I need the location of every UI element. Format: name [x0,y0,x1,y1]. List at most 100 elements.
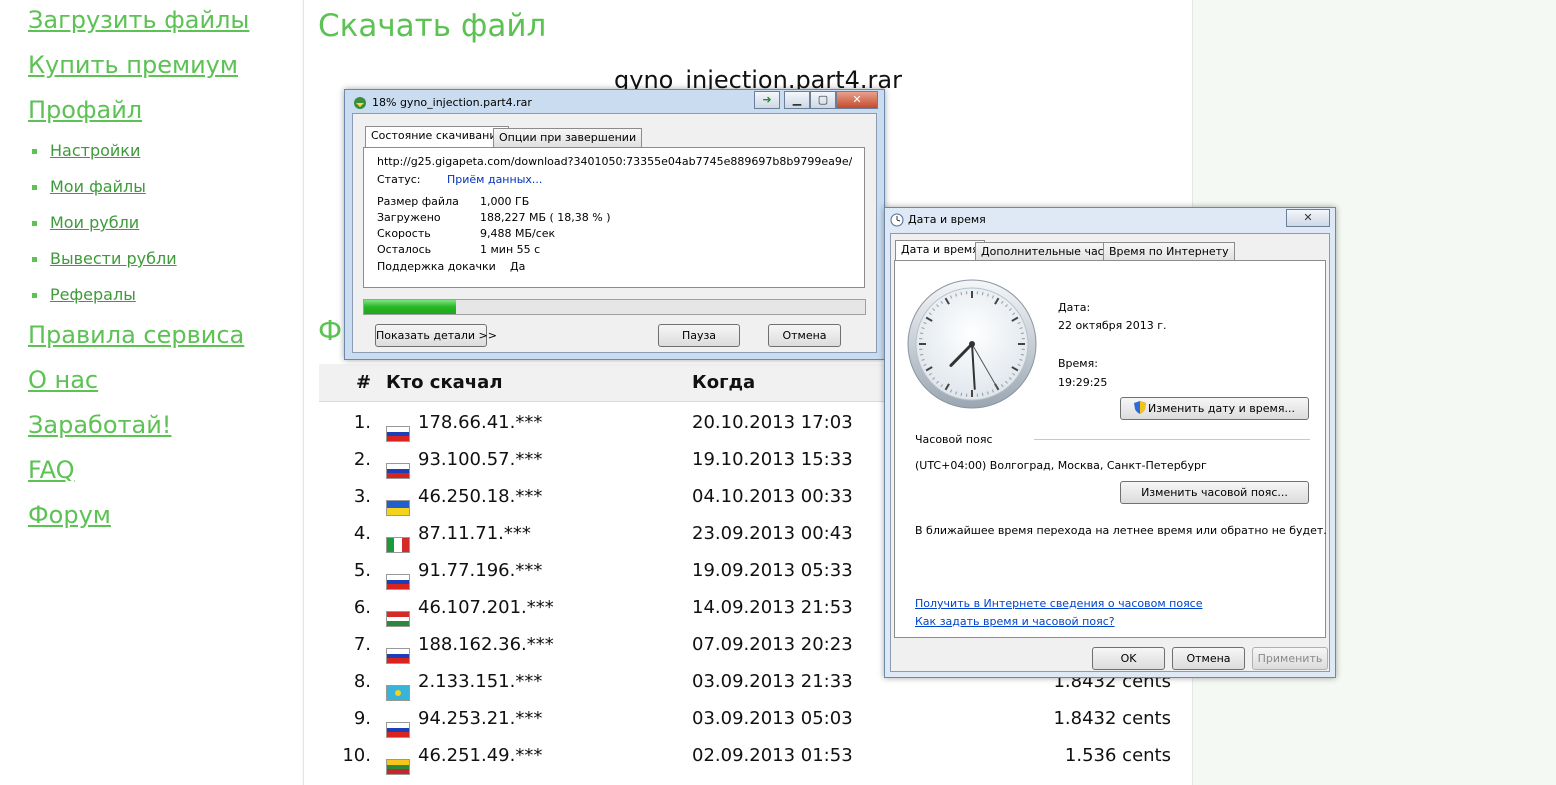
field-label: Загружено [377,211,441,224]
field-value: 9,488 МБ/сек [480,227,556,240]
datetime-dialog-title: Дата и время [908,213,986,226]
bullet-icon [32,185,37,190]
row-number: 10. [342,745,371,766]
timezone-value: (UTC+04:00) Волгоград, Москва, Санкт-Пет… [915,459,1207,472]
how-to-set-time-link[interactable]: Как задать время и часовой пояс? [915,615,1115,628]
row-number: 4. [353,523,371,544]
row-ip: 87.11.71.*** [418,523,531,544]
timezone-info-link[interactable]: Получить в Интернете сведения о часовом … [915,597,1203,610]
download-url: http://g25.gigapeta.com/download?3401050… [377,155,852,168]
field-label: Скорость [377,227,431,240]
ok-button[interactable]: OK [1092,647,1165,670]
tab-download-status[interactable]: Состояние скачивания [365,126,510,147]
row-amount: 1.536 cents [1064,745,1171,766]
flag-cell [386,638,410,664]
bullet-icon [32,221,37,226]
nav-my-rubles-link[interactable]: Мои рубли [32,213,139,232]
cancel-download-button[interactable]: Отмена [768,324,841,347]
pause-button[interactable]: Пауза [658,324,740,347]
analog-clock [907,279,1037,409]
clock-app-icon [890,213,904,227]
download-dialog-title: 18% gyno_injection.part4.rar [372,96,532,109]
row-date: 07.09.2013 20:23 [692,634,853,655]
maximize-button[interactable]: ▢ [810,91,836,109]
shield-icon [1134,401,1147,414]
window-controls: ➜ ▁ ▢ ✕ [754,91,878,109]
flag-cell [386,490,410,516]
nav-rules-link[interactable]: Правила сервиса [28,321,244,349]
header-who: Кто скачал [386,372,503,393]
flag-cell [386,712,410,738]
status-label: Статус: [377,173,421,186]
flag-cell [386,453,410,479]
table-row: 9. 94.253.21.*** 03.09.2013 05:03 1.8432 ce… [319,698,1199,738]
row-number: 8. [353,671,371,692]
row-date: 04.10.2013 00:33 [692,486,853,507]
nav-settings-link[interactable]: Настройки [32,141,140,160]
tab-additional-clocks[interactable]: Дополнительные часы [975,242,1119,261]
clock-tick [960,292,963,296]
change-timezone-button[interactable]: Изменить часовой пояс... [1120,481,1309,504]
flag-icon [386,759,410,775]
close-button[interactable]: ✕ [836,91,878,109]
flag-cell [386,749,410,775]
row-ip: 188.162.36.*** [418,634,554,655]
time-value: 19:29:25 [1058,376,1108,389]
field-label: Осталось [377,243,432,256]
nav-withdraw-label: Вывести рубли [50,249,177,268]
row-date: 03.09.2013 05:03 [692,708,853,729]
apply-button[interactable]: Применить [1252,647,1328,670]
nav-referrals-link[interactable]: Рефералы [32,285,136,304]
header-num: # [356,372,372,393]
nav-profile-link[interactable]: Профайл [28,96,142,124]
tab-internet-time[interactable]: Время по Интернету [1103,242,1235,261]
row-number: 2. [353,449,371,470]
status-value: Приём данных... [447,173,543,186]
bullet-icon [32,293,37,298]
section-heading: Ф [318,314,343,347]
dst-note: В ближайшее время перехода на летнее вре… [915,524,1327,537]
timezone-divider [1034,439,1310,440]
nav-faq-link[interactable]: FAQ [28,456,75,484]
nav-about-link[interactable]: О нас [28,366,98,394]
header-when: Когда [692,372,756,393]
nav-upload-link[interactable]: Загрузить файлы [28,6,249,34]
show-details-button[interactable]: Показать детали >> [375,324,497,347]
row-number: 5. [353,560,371,581]
tab-date-time[interactable]: Дата и время [895,240,985,261]
row-date: 23.09.2013 00:43 [692,523,853,544]
flag-cell [386,527,410,553]
flag-cell [386,564,410,590]
download-progress-bar [363,299,866,315]
row-amount: 1.8432 cents [1053,708,1171,729]
clock-tick [960,392,963,396]
row-date: 19.10.2013 15:33 [692,449,853,470]
close-button[interactable]: ✕ [1286,209,1330,227]
date-value: 22 октября 2013 г. [1058,319,1167,332]
sidebar: Загрузить файлы Купить премиум Профайл Н… [0,0,302,785]
arrow-icon[interactable]: ➜ [754,91,780,109]
nav-premium-link[interactable]: Купить премиум [28,51,238,79]
change-datetime-button[interactable]: Изменить дату и время... [1120,397,1309,420]
row-ip: 178.66.41.*** [418,412,543,433]
field-label: Размер файла [377,195,459,208]
row-date: 02.09.2013 01:53 [692,745,853,766]
nav-forum-link[interactable]: Форум [28,501,111,529]
minimize-button[interactable]: ▁ [784,91,810,109]
field-value: 1,000 ГБ [480,195,530,208]
window-controls: ✕ [1286,209,1330,227]
field-value: Да [510,260,526,273]
tab-completion-options[interactable]: Опции при завершении [493,128,643,147]
row-date: 20.10.2013 17:03 [692,412,853,433]
bullet-icon [32,257,37,262]
flag-cell [386,416,410,442]
cancel-button[interactable]: Отмена [1172,647,1245,670]
row-ip: 2.133.151.*** [418,671,543,692]
nav-earn-link[interactable]: Заработай! [28,411,171,439]
row-ip: 91.77.196.*** [418,560,543,581]
nav-withdraw-link[interactable]: Вывести рубли [32,249,177,268]
field-label: Поддержка докачки [377,260,496,273]
nav-my-files-link[interactable]: Мои файлы [32,177,146,196]
nav-my-rubles-label: Мои рубли [50,213,140,232]
nav-my-files-label: Мои файлы [50,177,146,196]
